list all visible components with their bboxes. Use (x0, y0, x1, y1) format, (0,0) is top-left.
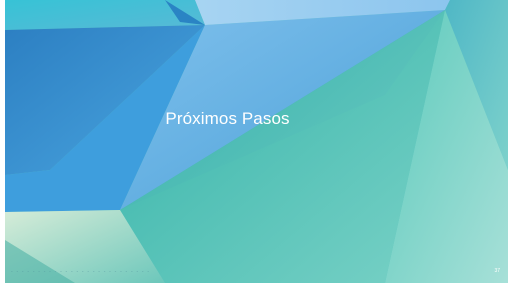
slide-title: Próximos Pasos (165, 109, 290, 128)
slide-footer: - - - - - - - - - - - - - - - - - - - - … (11, 269, 151, 275)
slide-background (5, 0, 508, 283)
slide-number: 37 (494, 268, 500, 274)
slide: Próximos Pasos - - - - - - - - - - - - -… (5, 0, 508, 283)
